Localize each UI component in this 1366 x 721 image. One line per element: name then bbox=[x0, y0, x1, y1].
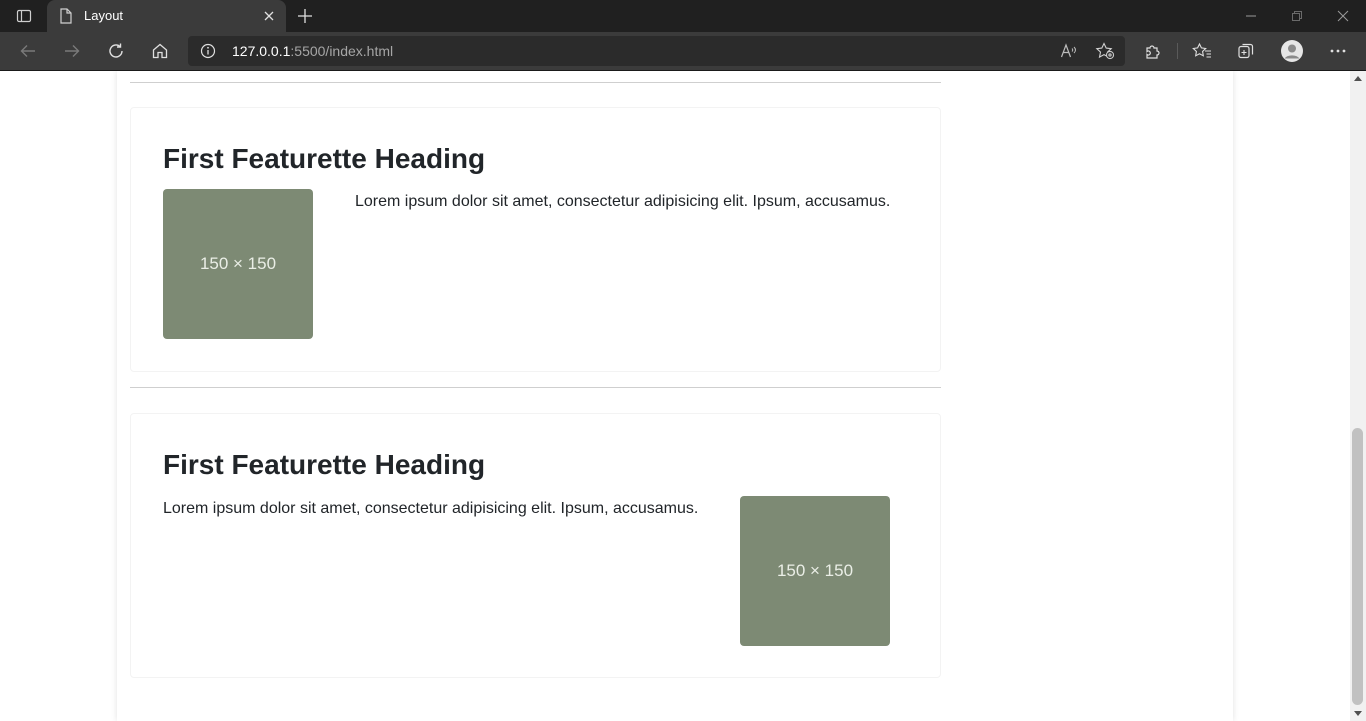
placeholder-image: 150 × 150 bbox=[740, 496, 890, 646]
info-icon[interactable] bbox=[200, 43, 216, 59]
plus-icon[interactable] bbox=[292, 4, 318, 28]
url-path: :5500/index.html bbox=[290, 43, 394, 59]
featurette-heading: First Featurette Heading bbox=[163, 449, 486, 480]
active-tab[interactable]: Layout bbox=[47, 0, 286, 32]
reload-icon[interactable] bbox=[100, 35, 132, 67]
close-icon[interactable] bbox=[261, 8, 277, 24]
tab-bar: Layout bbox=[0, 0, 1366, 32]
forward-arrow-icon[interactable] bbox=[56, 35, 88, 67]
favorites-icon[interactable] bbox=[1190, 39, 1214, 63]
url-text[interactable]: 127.0.0.1:5500/index.html bbox=[232, 43, 393, 59]
featurette-divider bbox=[130, 387, 941, 388]
toolbar-separator bbox=[1177, 43, 1178, 59]
featurette-text: Lorem ipsum dolor sit amet, consectetur … bbox=[163, 500, 699, 517]
tab-title: Layout bbox=[84, 8, 124, 23]
scroll-thumb[interactable] bbox=[1352, 428, 1363, 705]
restore-icon[interactable] bbox=[1274, 0, 1320, 32]
tab-actions-icon[interactable] bbox=[8, 4, 40, 28]
vertical-scrollbar[interactable] bbox=[1350, 71, 1366, 721]
featurette-card: First Featurette Heading Lorem ipsum dol… bbox=[130, 413, 941, 678]
collections-icon[interactable] bbox=[1234, 39, 1258, 63]
featurette-divider bbox=[130, 82, 941, 83]
add-favorite-icon[interactable] bbox=[1094, 41, 1116, 61]
featurette-card: First Featurette Heading 150 × 150 Lorem… bbox=[130, 107, 941, 372]
page-viewport: First Featurette Heading 150 × 150 Lorem… bbox=[0, 71, 1350, 721]
placeholder-label: 150 × 150 bbox=[199, 254, 277, 273]
minimize-icon[interactable] bbox=[1228, 0, 1274, 32]
profile-avatar-icon[interactable] bbox=[1280, 39, 1304, 63]
scroll-down-arrow-icon[interactable] bbox=[1354, 711, 1362, 716]
more-icon[interactable] bbox=[1326, 39, 1350, 63]
featurette-text: Lorem ipsum dolor sit amet, consectetur … bbox=[355, 193, 891, 210]
back-arrow-icon[interactable] bbox=[12, 35, 44, 67]
placeholder-image: 150 × 150 bbox=[163, 189, 313, 339]
home-icon[interactable] bbox=[144, 35, 176, 67]
read-aloud-icon[interactable] bbox=[1058, 41, 1080, 61]
placeholder-label: 150 × 150 bbox=[776, 561, 854, 580]
url-host: 127.0.0.1 bbox=[232, 43, 291, 59]
featurette-heading: First Featurette Heading bbox=[163, 143, 486, 174]
document-icon bbox=[59, 8, 73, 24]
window-close-icon[interactable] bbox=[1320, 0, 1366, 32]
page-container: First Featurette Heading 150 × 150 Lorem… bbox=[117, 71, 1233, 721]
browser-toolbar: 127.0.0.1:5500/index.html bbox=[0, 32, 1366, 70]
scroll-up-arrow-icon[interactable] bbox=[1354, 76, 1362, 81]
address-bar[interactable]: 127.0.0.1:5500/index.html bbox=[188, 36, 1125, 66]
extensions-icon[interactable] bbox=[1141, 39, 1165, 63]
